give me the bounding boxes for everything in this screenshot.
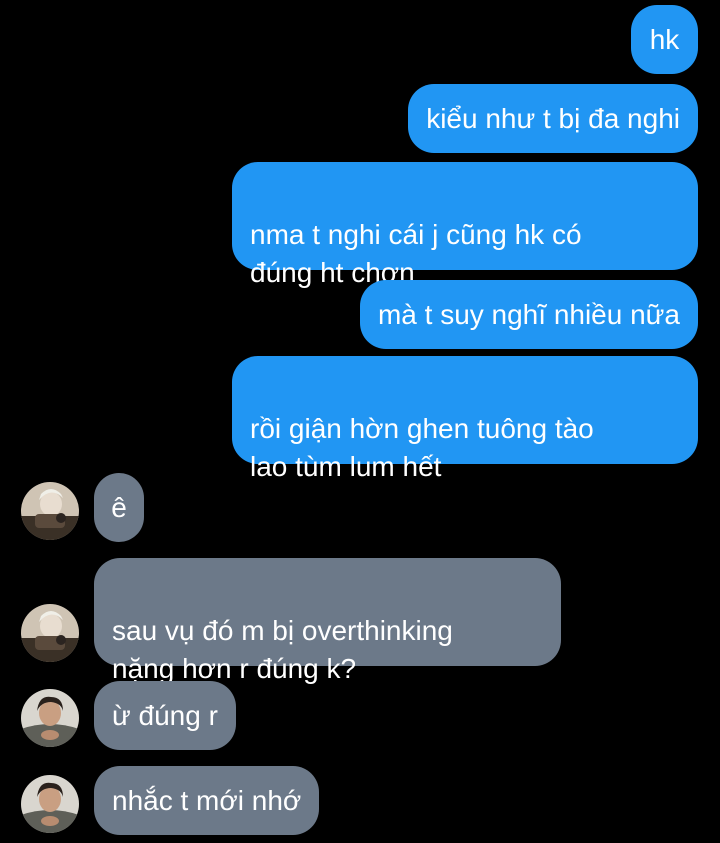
message-text: kiểu như t bị đa nghi bbox=[426, 103, 680, 134]
message-bubble-sent[interactable]: mà t suy nghĩ nhiều nữa bbox=[359, 280, 698, 349]
message-bubble-received[interactable]: nhắc t mới nhớ bbox=[94, 766, 320, 835]
message-bubble-sent[interactable]: kiểu như t bị đa nghi bbox=[408, 84, 698, 153]
contact-a-avatar[interactable] bbox=[21, 604, 79, 662]
contact-b-avatar[interactable] bbox=[21, 775, 79, 833]
contact-a-avatar[interactable] bbox=[21, 482, 79, 540]
message-bubble-sent[interactable]: hk bbox=[631, 5, 698, 74]
message-text: rồi giận hờn ghen tuông tào lao tùm lum … bbox=[250, 413, 594, 482]
message-bubble-received[interactable]: sau vụ đó m bị overthinking nặng hơn r đ… bbox=[94, 558, 561, 684]
message-text: ừ đúng r bbox=[112, 700, 218, 731]
message-bubble-sent[interactable]: rồi giận hờn ghen tuông tào lao tùm lum … bbox=[232, 356, 698, 482]
message-text: nhắc t mới nhớ bbox=[112, 785, 302, 816]
contact-b-avatar[interactable] bbox=[21, 689, 79, 747]
message-text: hk bbox=[649, 24, 680, 55]
message-text: sau vụ đó m bị overthinking nặng hơn r đ… bbox=[112, 615, 453, 684]
message-text: nma t nghi cái j cũng hk có đúng ht chơn bbox=[250, 219, 582, 288]
message-bubble-received[interactable]: ê bbox=[94, 473, 144, 542]
message-text: ê bbox=[111, 492, 127, 523]
message-bubble-sent[interactable]: nma t nghi cái j cũng hk có đúng ht chơn bbox=[232, 162, 698, 288]
message-bubble-received[interactable]: ừ đúng r bbox=[94, 681, 236, 750]
message-text: mà t suy nghĩ nhiều nữa bbox=[377, 299, 680, 330]
